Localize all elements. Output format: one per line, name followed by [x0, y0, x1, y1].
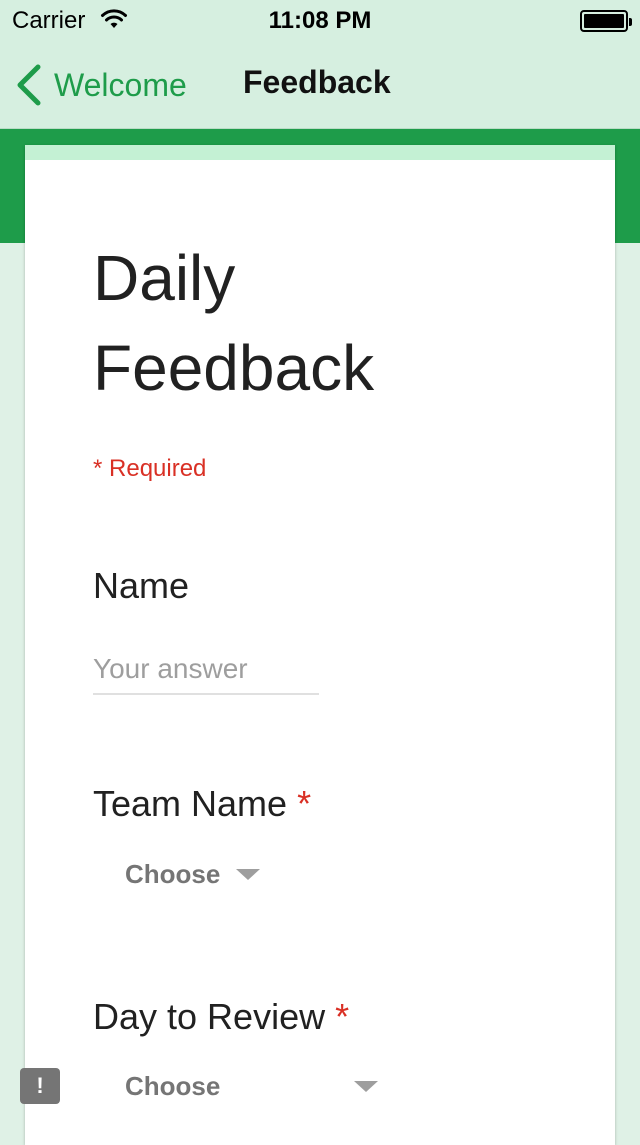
question-day-label: Day to Review *: [93, 996, 349, 1038]
dropdown-selected: Choose: [125, 859, 221, 889]
team-name-dropdown[interactable]: Choose: [125, 859, 261, 890]
required-asterisk: *: [297, 783, 312, 824]
question-label-text: Team Name: [93, 783, 288, 824]
name-input[interactable]: [93, 645, 319, 695]
question-label-text: Day to Review: [93, 996, 326, 1037]
chevron-left-icon: [17, 64, 41, 106]
question-team-name-label: Team Name *: [93, 783, 311, 825]
question-label-text: Name: [93, 565, 190, 606]
navigation-bar: Welcome Feedback: [0, 40, 640, 129]
caret-down-icon: [236, 869, 261, 880]
status-bar: Carrier 11:08 PM: [0, 0, 640, 40]
required-asterisk: *: [335, 996, 350, 1037]
nav-title: Feedback: [243, 64, 391, 100]
caret-down-icon: [354, 1081, 379, 1092]
form-card: Daily Feedback * Required Name Team Name…: [25, 145, 615, 1145]
battery-icon: [580, 10, 632, 32]
back-label: Welcome: [54, 66, 187, 103]
report-feedback-button[interactable]: !: [20, 1068, 60, 1104]
status-time: 11:08 PM: [268, 7, 372, 34]
question-name-label: Name: [93, 565, 189, 607]
back-button[interactable]: Welcome: [14, 60, 187, 110]
card-accent-bar: [25, 145, 615, 160]
exclamation-icon: !: [36, 1073, 44, 1098]
dropdown-selected: Choose: [125, 1071, 221, 1101]
form-title: Daily Feedback: [93, 242, 375, 404]
required-note: * Required: [93, 455, 207, 482]
day-to-review-dropdown[interactable]: Choose: [125, 1071, 379, 1102]
